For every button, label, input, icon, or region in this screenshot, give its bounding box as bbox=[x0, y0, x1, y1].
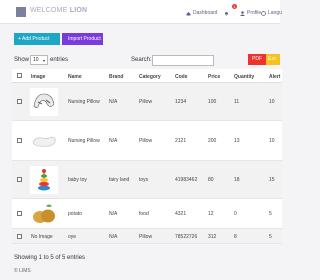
nav-dashboard[interactable]: Dashboard bbox=[186, 8, 217, 18]
product-category: food bbox=[139, 211, 149, 217]
potato-image bbox=[30, 200, 58, 228]
product-name: Nursing Pillow bbox=[68, 99, 100, 105]
product-category: toys bbox=[139, 177, 149, 183]
import-product-button[interactable]: Import Product bbox=[62, 33, 103, 45]
column-header-alert[interactable]: Alert bbox=[269, 74, 280, 80]
import-product-label: Import Product bbox=[68, 36, 101, 42]
product-price: 100 bbox=[208, 99, 217, 105]
search-label: Search: bbox=[131, 57, 152, 63]
nav-profile[interactable]: Profile bbox=[240, 8, 261, 18]
row-checkbox[interactable] bbox=[17, 99, 22, 104]
table-row[interactable]: Nursing Pillow N/A Pillow 2121 200 13 10 bbox=[12, 121, 282, 161]
table-row[interactable]: No Image oye N/A Pillow 78522726 312 8 5 bbox=[12, 229, 282, 244]
entries-select[interactable]: 10 ▾ bbox=[30, 55, 48, 65]
bell-icon bbox=[225, 11, 228, 16]
nav-dashboard-label: Dashboard bbox=[193, 10, 218, 16]
column-header-image[interactable]: Image bbox=[31, 74, 45, 80]
nursing-pillow-image bbox=[30, 127, 58, 155]
column-header-price[interactable]: Price bbox=[208, 74, 220, 80]
product-category: Pillow bbox=[139, 234, 153, 240]
user-icon bbox=[240, 10, 245, 16]
nav-language-label: Langu bbox=[268, 10, 282, 16]
notification-badge: 1 bbox=[232, 4, 237, 9]
product-brand: N/A bbox=[109, 211, 118, 217]
product-code: 78522726 bbox=[175, 234, 198, 240]
welcome-text: WELCOME bbox=[30, 7, 68, 14]
add-product-button[interactable]: + Add Product bbox=[14, 33, 60, 45]
nav-language[interactable]: Langu bbox=[261, 8, 282, 18]
chevron-down-icon: ▾ bbox=[42, 57, 45, 63]
product-alert: 10 bbox=[269, 99, 275, 105]
user-name: LION bbox=[69, 7, 88, 14]
no-image-text: No Image bbox=[31, 234, 53, 240]
table-row[interactable]: Nursing Pillow N/A Pillow 1234 100 11 10 bbox=[12, 83, 282, 121]
nav-profile-label: Profile bbox=[247, 10, 262, 16]
column-header-quantity[interactable]: Quantity bbox=[234, 74, 254, 80]
search-input[interactable] bbox=[152, 55, 214, 66]
product-name: Nursing Pillow bbox=[68, 138, 100, 144]
table-row[interactable]: potato N/A food 4321 12 0 5 bbox=[12, 199, 282, 229]
globe-icon bbox=[261, 10, 266, 16]
product-alert: 15 bbox=[269, 177, 275, 183]
nav-notifications[interactable] bbox=[224, 8, 229, 18]
column-header-brand[interactable]: Brand bbox=[109, 74, 123, 80]
column-header-category[interactable]: Category bbox=[139, 74, 161, 80]
product-name: baby toy bbox=[68, 177, 87, 183]
footer-copyright: © LIMS bbox=[14, 268, 31, 274]
product-alert: 5 bbox=[269, 234, 272, 240]
baby-toy-image bbox=[30, 166, 58, 194]
menu-toggle-icon[interactable] bbox=[16, 7, 26, 17]
table-info: Showing 1 to 5 of 5 entries bbox=[14, 255, 86, 261]
table-row[interactable]: baby toy fairy land toys 41983462 80 18 … bbox=[12, 161, 282, 199]
product-price: 200 bbox=[208, 138, 217, 144]
product-category: Pillow bbox=[139, 99, 153, 105]
table-header: Image Name Brand Category Code Price Qua… bbox=[12, 69, 282, 83]
row-checkbox[interactable] bbox=[17, 177, 22, 182]
product-brand: N/A bbox=[109, 99, 118, 105]
product-code: 4321 bbox=[175, 211, 187, 217]
column-header-code[interactable]: Code bbox=[175, 74, 188, 80]
select-all-checkbox[interactable] bbox=[17, 73, 22, 78]
entries-label: entries bbox=[50, 57, 69, 63]
product-price: 312 bbox=[208, 234, 217, 240]
row-checkbox[interactable] bbox=[17, 234, 22, 239]
column-header-name[interactable]: Name bbox=[68, 74, 82, 80]
product-category: Pillow bbox=[139, 138, 153, 144]
product-alert: 5 bbox=[269, 211, 272, 217]
product-quantity: 8 bbox=[234, 234, 237, 240]
product-code: 41983462 bbox=[175, 177, 198, 183]
show-label: Show bbox=[14, 57, 30, 63]
dashboard-icon bbox=[186, 11, 191, 15]
product-price: 12 bbox=[208, 211, 214, 217]
nursing-pillow-image bbox=[30, 88, 58, 116]
product-name: potato bbox=[68, 211, 82, 217]
product-quantity: 18 bbox=[234, 177, 240, 183]
product-price: 80 bbox=[208, 177, 214, 183]
welcome-title: WELCOME LION bbox=[30, 7, 87, 14]
product-brand: fairy land bbox=[109, 177, 130, 183]
product-quantity: 0 bbox=[234, 211, 237, 217]
product-code: 1234 bbox=[175, 99, 187, 105]
export-excel-button[interactable]: Exc bbox=[266, 54, 280, 65]
row-checkbox[interactable] bbox=[17, 211, 22, 216]
export-pdf-button[interactable]: PDF bbox=[248, 54, 266, 65]
product-brand: N/A bbox=[109, 234, 118, 240]
product-quantity: 11 bbox=[234, 99, 240, 105]
products-table: Image Name Brand Category Code Price Qua… bbox=[12, 69, 282, 244]
top-navbar: WELCOME LION Dashboard 1 Profile Langu bbox=[0, 0, 282, 24]
product-code: 2121 bbox=[175, 138, 187, 144]
add-product-label: + Add Product bbox=[18, 36, 50, 42]
product-alert: 10 bbox=[269, 138, 275, 144]
product-brand: N/A bbox=[109, 138, 118, 144]
product-quantity: 13 bbox=[234, 138, 240, 144]
row-checkbox[interactable] bbox=[17, 138, 22, 143]
product-name: oye bbox=[68, 234, 77, 240]
entries-value: 10 bbox=[33, 57, 39, 63]
